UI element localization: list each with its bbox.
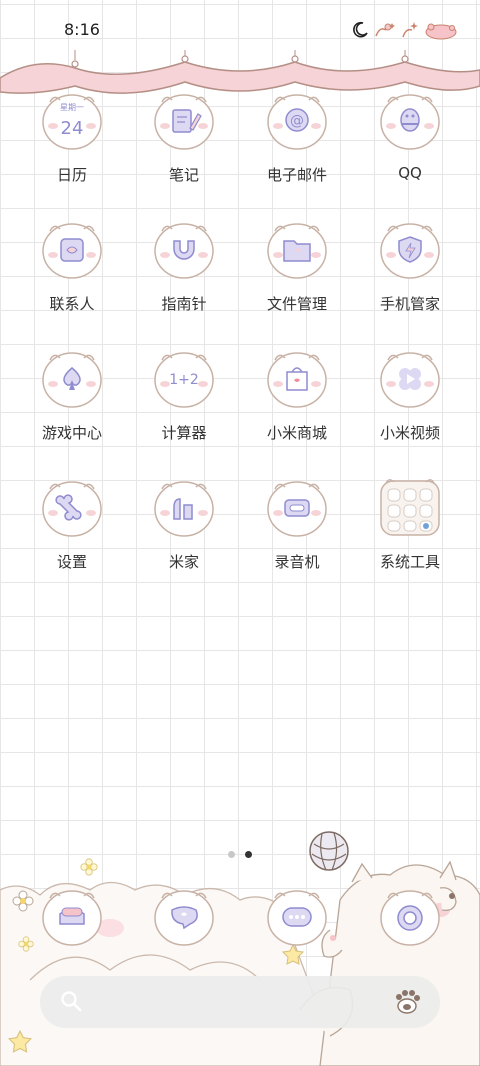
compass-icon bbox=[154, 223, 214, 279]
flower-decoration bbox=[8, 1030, 32, 1053]
svg-text:星期一: 星期一 bbox=[60, 103, 84, 112]
battery-icon bbox=[425, 23, 457, 40]
app-label: 设置 bbox=[56, 553, 87, 571]
chat-icon[interactable] bbox=[265, 884, 329, 948]
app-label: QQ bbox=[398, 164, 422, 182]
flower-decoration bbox=[18, 936, 34, 952]
settings-icon bbox=[42, 481, 102, 537]
mijia-icon bbox=[154, 481, 214, 537]
app-label: 笔记 bbox=[168, 166, 199, 184]
page-dot-inactive[interactable] bbox=[228, 851, 235, 858]
notes-icon bbox=[154, 94, 214, 150]
moon-icon bbox=[353, 21, 368, 38]
svg-text:@: @ bbox=[290, 113, 304, 129]
search-bar[interactable] bbox=[40, 976, 440, 1028]
messages-icon[interactable] bbox=[152, 884, 216, 948]
mi-video-icon bbox=[380, 352, 440, 408]
flower-decoration bbox=[80, 858, 98, 876]
app-settings[interactable]: 设置 bbox=[17, 475, 127, 595]
sparkle-icon bbox=[402, 22, 418, 38]
system-tools-folder-icon bbox=[380, 479, 440, 536]
page-dot-active[interactable] bbox=[245, 851, 252, 858]
app-contacts[interactable]: 联系人 bbox=[17, 217, 127, 337]
app-mijia[interactable]: 米家 bbox=[129, 475, 239, 595]
app-recorder[interactable]: 录音机 bbox=[242, 475, 352, 595]
app-label: 游戏中心 bbox=[41, 424, 102, 442]
app-label: 系统工具 bbox=[379, 553, 440, 571]
sparkle-icon bbox=[375, 23, 395, 37]
app-file-manager[interactable]: 文件管理 bbox=[242, 217, 352, 337]
camera-icon[interactable] bbox=[378, 884, 442, 948]
security-icon bbox=[380, 223, 440, 279]
calculator-icon: 1+2 bbox=[154, 352, 214, 408]
status-time: 8:16 bbox=[64, 20, 100, 39]
app-label: 手机管家 bbox=[379, 295, 440, 313]
phone-icon[interactable] bbox=[40, 884, 104, 948]
app-calendar[interactable]: 星期一 24 日历 bbox=[17, 88, 127, 208]
app-calculator[interactable]: 1+2 计算器 bbox=[129, 346, 239, 466]
app-label: 电子邮件 bbox=[266, 166, 327, 184]
mi-store-icon bbox=[267, 352, 327, 408]
calendar-icon: 星期一 24 bbox=[42, 94, 102, 150]
app-label: 文件管理 bbox=[266, 295, 327, 313]
search-icon[interactable] bbox=[60, 990, 82, 1012]
contacts-icon bbox=[42, 223, 102, 279]
app-label: 小米视频 bbox=[379, 424, 440, 442]
app-mi-store[interactable]: 小米商城 bbox=[242, 346, 352, 466]
app-label: 计算器 bbox=[161, 424, 207, 442]
game-center-icon bbox=[42, 352, 102, 408]
app-label: 小米商城 bbox=[266, 424, 327, 442]
svg-text:1+2: 1+2 bbox=[169, 372, 199, 388]
paw-icon[interactable] bbox=[392, 988, 422, 1016]
app-notes[interactable]: 笔记 bbox=[129, 88, 239, 208]
app-system-tools-folder[interactable]: 系统工具 bbox=[355, 475, 465, 595]
folder-icon bbox=[267, 223, 327, 279]
app-label: 联系人 bbox=[49, 295, 95, 313]
app-game-center[interactable]: 游戏中心 bbox=[17, 346, 127, 466]
app-label: 米家 bbox=[168, 553, 199, 571]
flower-decoration bbox=[12, 890, 34, 912]
app-label: 指南针 bbox=[161, 295, 207, 313]
recorder-icon bbox=[267, 481, 327, 537]
email-icon: @ bbox=[267, 94, 327, 150]
app-qq[interactable]: QQ bbox=[355, 88, 465, 208]
app-security[interactable]: 手机管家 bbox=[355, 217, 465, 337]
app-label: 日历 bbox=[56, 166, 87, 184]
app-compass[interactable]: 指南针 bbox=[129, 217, 239, 337]
app-mi-video[interactable]: 小米视频 bbox=[355, 346, 465, 466]
qq-icon bbox=[380, 94, 440, 150]
svg-text:24: 24 bbox=[61, 118, 84, 139]
app-email[interactable]: @ 电子邮件 bbox=[242, 88, 352, 208]
app-label: 录音机 bbox=[274, 553, 320, 571]
